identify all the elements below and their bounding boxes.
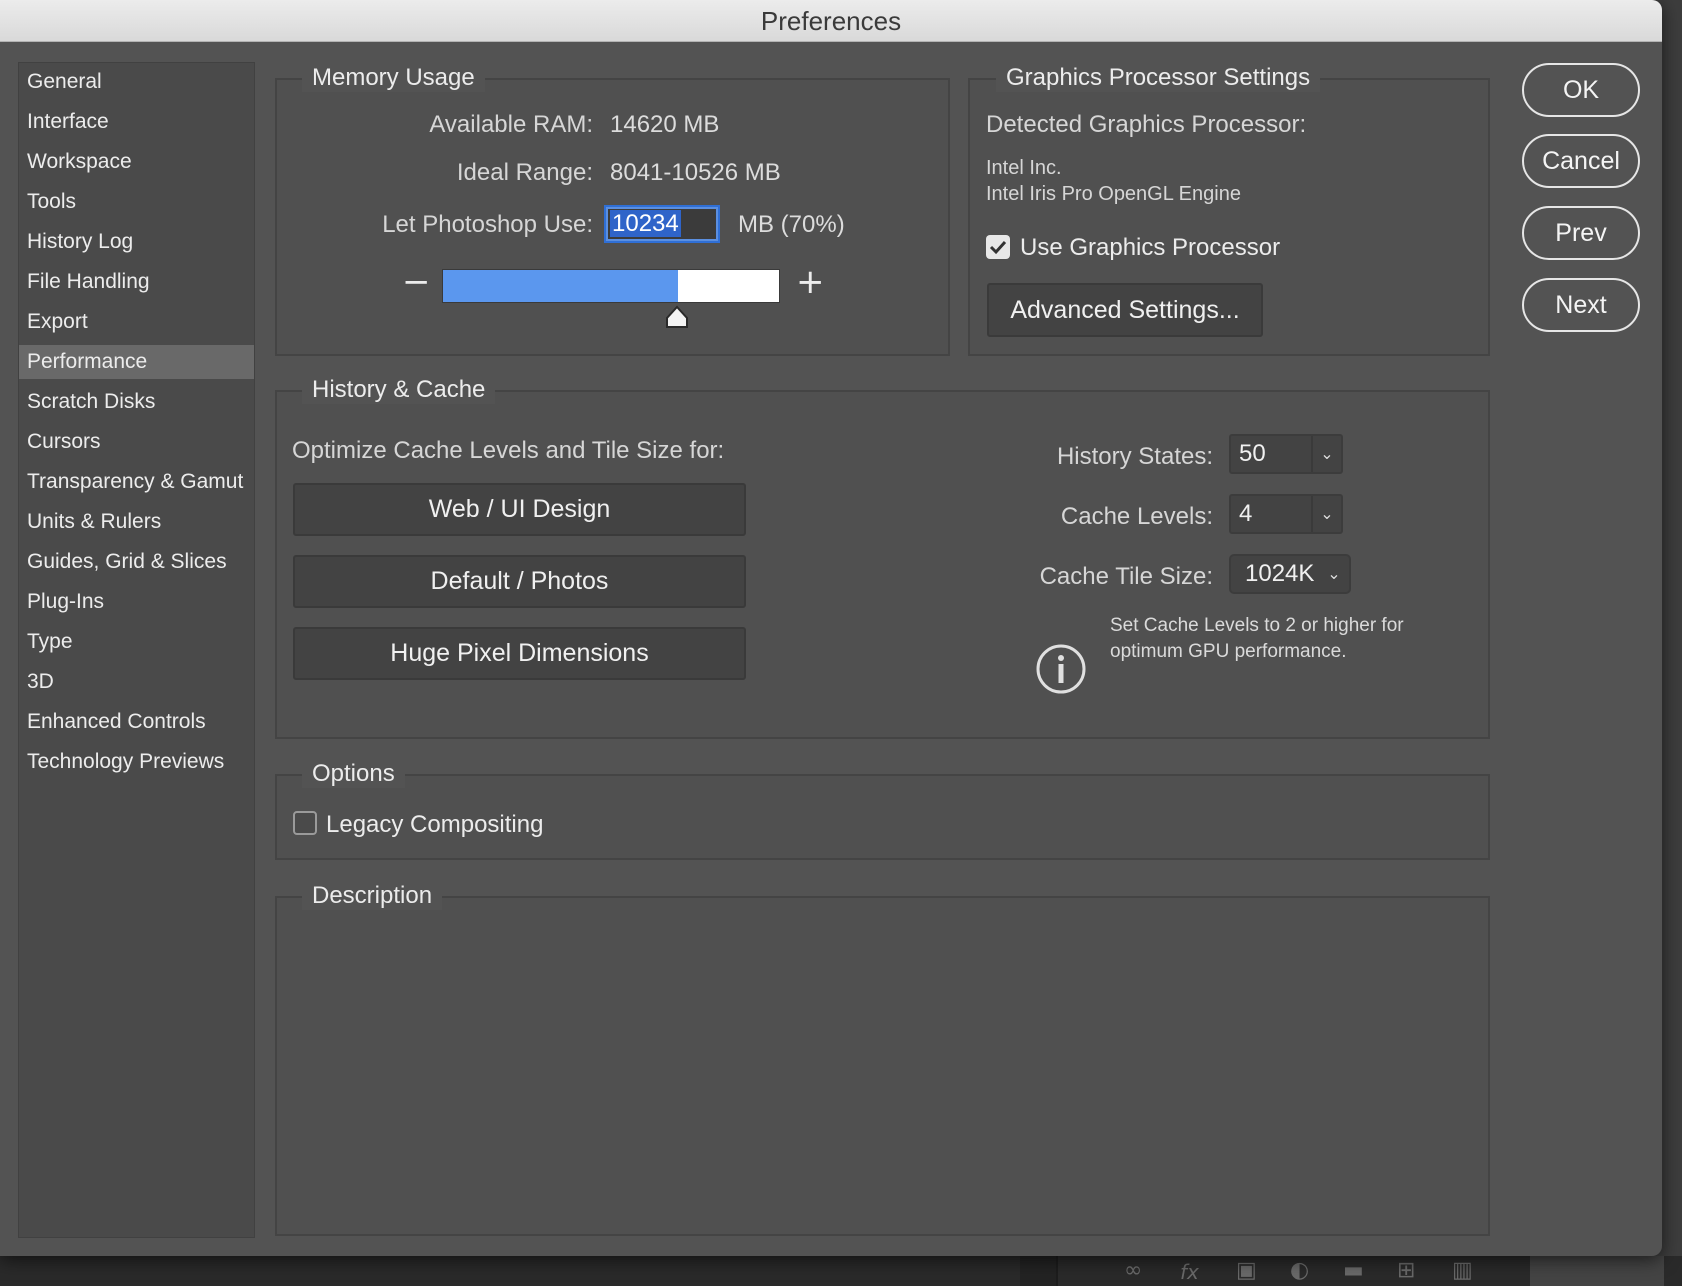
app-strip-edge <box>1664 1256 1682 1286</box>
folder-icon: ▬ <box>1343 1258 1364 1283</box>
sidebar-item-units-rulers[interactable]: Units & Rulers <box>19 505 254 539</box>
cache-levels-combo[interactable]: 4 ⌄ <box>1229 494 1343 534</box>
memory-increase-button[interactable]: + <box>796 262 825 302</box>
app-strip-cell <box>1020 1256 1056 1286</box>
sidebar-item-guides-grid-slices[interactable]: Guides, Grid & Slices <box>19 545 254 579</box>
description-title: Description <box>302 882 443 910</box>
chevron-down-icon[interactable]: ⌄ <box>1311 496 1341 532</box>
sidebar-item-export[interactable]: Export <box>19 305 254 339</box>
mask-icon: ▣ <box>1236 1258 1257 1283</box>
gpu-engine: Intel Iris Pro OpenGL Engine <box>986 183 1241 205</box>
preset-huge-pixel-button[interactable]: Huge Pixel Dimensions <box>293 627 746 680</box>
photoshop-use-label: Let Photoshop Use: <box>382 211 593 238</box>
fx-icon: fx <box>1180 1260 1199 1284</box>
window-title: Preferences <box>0 0 1662 42</box>
legacy-compositing-checkbox[interactable] <box>293 811 317 835</box>
checkmark-icon <box>989 240 1007 255</box>
sidebar-item-tools[interactable]: Tools <box>19 185 254 219</box>
history-states-value[interactable]: 50 <box>1239 436 1266 472</box>
cancel-button[interactable]: Cancel <box>1522 134 1640 188</box>
available-ram-label: Available RAM: <box>429 111 593 138</box>
trash-icon: ▥ <box>1452 1258 1473 1283</box>
options-title: Options <box>302 760 405 788</box>
cache-note-line2: optimum GPU performance. <box>1110 641 1347 662</box>
app-bottom-strip: ∞ fx ▣ ◐ ▬ ⊞ ▥ <box>0 1256 1682 1286</box>
sidebar-item-scratch-disks[interactable]: Scratch Disks <box>19 385 254 419</box>
memory-slider-thumb[interactable] <box>665 305 689 329</box>
preferences-dialog: Preferences General Interface Workspace Too… <box>0 0 1662 1256</box>
sidebar-item-workspace[interactable]: Workspace <box>19 145 254 179</box>
chevron-down-icon[interactable]: ⌄ <box>1321 556 1347 592</box>
next-button[interactable]: Next <box>1522 278 1640 332</box>
photoshop-use-value: 10234 <box>610 210 681 237</box>
sidebar-item-file-handling[interactable]: File Handling <box>19 265 254 299</box>
sidebar-item-enhanced-controls[interactable]: Enhanced Controls <box>19 705 254 739</box>
cache-levels-value[interactable]: 4 <box>1239 496 1252 532</box>
chevron-down-icon[interactable]: ⌄ <box>1311 436 1341 472</box>
preset-default-photos-button[interactable]: Default / Photos <box>293 555 746 608</box>
advanced-settings-button[interactable]: Advanced Settings... <box>987 283 1263 337</box>
ideal-range-label: Ideal Range: <box>456 159 593 186</box>
sidebar-item-interface[interactable]: Interface <box>19 105 254 139</box>
memory-decrease-button[interactable]: − <box>402 262 431 302</box>
available-ram-value: 14620 MB <box>610 111 720 138</box>
photoshop-use-suffix: MB (70%) <box>738 211 845 238</box>
preset-web-ui-button[interactable]: Web / UI Design <box>293 483 746 536</box>
adjustment-icon: ◐ <box>1290 1258 1310 1283</box>
history-states-label: History States: <box>1056 443 1213 470</box>
use-gpu-label[interactable]: Use Graphics Processor <box>1020 234 1280 262</box>
cache-note-line1: Set Cache Levels to 2 or higher for <box>1110 615 1404 636</box>
preferences-sidebar: General Interface Workspace Tools History Lo… <box>18 62 255 1238</box>
ideal-range-value: 8041-10526 MB <box>610 159 781 186</box>
sidebar-item-cursors[interactable]: Cursors <box>19 425 254 459</box>
app-strip-right <box>1530 1256 1682 1286</box>
use-gpu-checkbox[interactable] <box>986 235 1010 259</box>
memory-usage-title: Memory Usage <box>302 64 485 92</box>
sidebar-item-technology-previews[interactable]: Technology Previews <box>19 745 254 779</box>
photoshop-use-input[interactable]: 10234 <box>604 205 720 243</box>
history-states-combo[interactable]: 50 ⌄ <box>1229 434 1343 474</box>
info-icon <box>1036 644 1086 694</box>
cache-tile-size-select[interactable]: 1024K ⌄ <box>1229 554 1351 594</box>
memory-slider-fill <box>443 270 678 302</box>
gpu-vendor: Intel Inc. <box>986 157 1062 179</box>
sidebar-item-type[interactable]: Type <box>19 625 254 659</box>
sidebar-item-3d[interactable]: 3D <box>19 665 254 699</box>
sidebar-item-history-log[interactable]: History Log <box>19 225 254 259</box>
legacy-compositing-label[interactable]: Legacy Compositing <box>326 811 543 839</box>
cache-levels-label: Cache Levels: <box>1060 503 1213 530</box>
sidebar-item-performance[interactable]: Performance <box>19 345 254 379</box>
description-group <box>275 896 1490 1236</box>
panel-separator <box>1056 1256 1058 1286</box>
cache-note: Set Cache Levels to 2 or higher for opti… <box>1110 613 1490 665</box>
optimize-cache-label: Optimize Cache Levels and Tile Size for: <box>292 437 725 464</box>
sidebar-item-transparency-gamut[interactable]: Transparency & Gamut <box>19 465 254 499</box>
cache-tile-size-label: Cache Tile Size: <box>1039 563 1213 590</box>
memory-slider[interactable] <box>442 269 780 303</box>
prev-button[interactable]: Prev <box>1522 206 1640 260</box>
detected-gpu-label: Detected Graphics Processor: <box>986 111 1307 138</box>
history-cache-title: History & Cache <box>302 376 496 404</box>
sidebar-item-general[interactable]: General <box>19 65 254 99</box>
new-layer-icon: ⊞ <box>1397 1258 1416 1283</box>
sidebar-item-plug-ins[interactable]: Plug-Ins <box>19 585 254 619</box>
cache-tile-size-value[interactable]: 1024K <box>1245 556 1314 592</box>
ok-button[interactable]: OK <box>1522 63 1640 117</box>
gpu-settings-title: Graphics Processor Settings <box>996 64 1321 92</box>
link-layers-icon: ∞ <box>1124 1258 1143 1283</box>
